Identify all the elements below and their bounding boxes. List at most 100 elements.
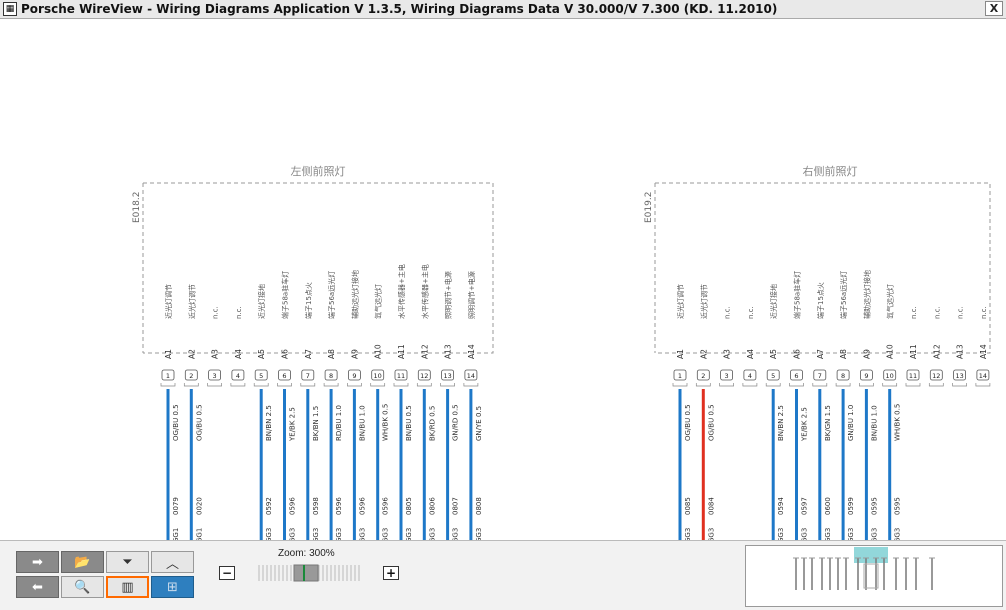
minimap[interactable] [745,545,1003,607]
pin-function-label: 水平传感器+主电 [397,264,406,319]
pin-bracket [440,383,455,387]
pin-function-label: 近光灯接地 [257,284,266,319]
pin-bracket [160,383,176,387]
wire-code-label: 0020 [195,497,203,515]
pin-id-label: A13 [444,344,453,359]
search-button[interactable]: 🔍 [61,576,104,598]
wire-code-label: 0806 [428,497,436,515]
wire-ground-label: GG3 [405,528,413,540]
wire-ground-label: GG3 [428,528,436,540]
wire-code-label: 0596 [358,497,366,515]
pin-number: 5 [771,372,775,380]
minimap-svg [793,547,935,590]
tool-grid: ➡ 📂 ⏷ ︿ ⬅ 🔍 ▥ ⊞ [16,551,196,599]
pin-id-label: A13 [956,344,965,359]
pin-function-label: 近光灯调节 [676,284,685,319]
back-arrow-button[interactable]: ⬅ [16,576,59,598]
pin-function-label: 辅助远光灯接地 [350,270,359,319]
wire-code-label: 0085 [684,497,692,515]
diagram-view-button[interactable]: ▥ [106,576,149,598]
wire-ground-label: GG3 [801,528,809,540]
pin-number: 12 [420,372,428,380]
close-button[interactable]: X [985,1,1003,16]
pin-number: 5 [259,372,263,380]
pin-id-label: A12 [932,344,941,359]
app-icon[interactable]: ▦ [3,2,17,16]
pin-function-label: 近光灯调节 [187,284,196,319]
wire-code-label: 0595 [870,497,878,515]
pin-number: 11 [909,372,917,380]
wire-code-label: 0805 [405,497,413,515]
wire-ground-label: GG3 [684,528,692,540]
pin-id-label: A10 [374,344,383,359]
pin-id-label: A9 [862,349,871,359]
pin-number: 8 [841,372,845,380]
pin-function-label: 辅助远光灯接地 [862,270,871,319]
zoom-out-button[interactable]: − [219,566,235,580]
pin-bracket [323,383,339,387]
pin-bracket [416,383,432,387]
connector-outline [143,182,494,354]
filter-funnel-button[interactable]: ⏷ [106,551,149,573]
arrow-right-icon: ➡ [32,554,43,570]
pin-id-label: A1 [164,349,173,359]
wire-color-label: BN/BU 0.5 [405,405,413,441]
wire-color-label: GN/BU 1.0 [847,405,855,441]
pin-id-label: A8 [327,349,336,359]
chevron-up-icon: ︿ [165,556,179,572]
pin-number: 4 [748,372,752,380]
wire-code-label: 0808 [475,497,483,515]
pin-bracket [765,383,781,387]
pin-function-label: n.c. [957,306,965,319]
pin-number: 6 [282,372,286,380]
wire-ground-label: GG3 [452,528,460,540]
wire-ground-label: GG3 [289,528,297,540]
wire-code-label: 0596 [335,497,343,515]
pin-number: 13 [443,372,451,380]
pin-bracket [207,383,222,387]
magnifier-icon: 🔍 [74,579,91,595]
diagram-svg: 左侧前照灯E018.2近光灯调节A11OG/BU 0.50079GG1近光灯调节… [132,164,991,540]
zoom-slider[interactable] [256,562,362,584]
pin-id-label: A6 [793,349,802,359]
pin-bracket [812,383,828,387]
wire-color-label: RD/BU 1.0 [335,405,343,441]
pin-number: 2 [701,372,705,380]
pin-id-label: A9 [350,349,359,359]
wire-color-label: BK/GN 1.5 [824,405,832,441]
close-icon: X [989,2,999,15]
pin-bracket [835,383,851,387]
connector-outline [655,182,991,354]
pin-id-label: A11 [909,344,918,359]
pin-id-label: A12 [420,344,429,359]
pin-id-label: A5 [769,349,778,359]
pin-function-label: 端子56a远光灯 [839,271,848,319]
collapse-up-button[interactable]: ︿ [151,551,194,573]
zoom-in-button[interactable]: + [383,566,399,580]
wire-ground-label: GG3 [847,528,855,540]
wire-code-label: 0079 [172,497,180,515]
connector-id: E018.2 [132,192,142,223]
forward-arrow-button[interactable]: ➡ [16,551,59,573]
pin-number: 14 [467,372,475,380]
pin-function-label: n.c. [235,306,243,319]
pin-number: 10 [374,372,382,380]
pin-bracket [882,383,898,387]
wire-ground-label: GG1 [172,528,180,540]
pin-function-label: 端子58a驻车灯 [793,271,802,319]
open-folder-button[interactable]: 📂 [61,551,104,573]
pin-bracket [789,383,804,387]
diagram-icon: ▥ [121,579,134,595]
pin-function-label: 水平传感器+主电 [420,264,429,319]
pin-bracket [928,383,944,387]
wire-color-label: GN/RD 0.5 [452,404,460,441]
zoom-label: Zoom: 300% [278,548,335,559]
pin-function-label: n.c. [980,306,988,319]
pin-function-label: n.c. [212,306,220,319]
pin-id-label: A4 [234,349,243,359]
wire-code-label: 0595 [894,497,902,515]
pin-number: 7 [306,372,310,380]
network-view-button[interactable]: ⊞ [151,576,194,598]
pin-function-label: 近光灯接地 [769,284,778,319]
wiring-diagram-canvas[interactable]: 左侧前照灯 E018.2 近光灯调节 A1 1 OG/BU 0.5 0079 GG1 近光灯调节… [0,19,1006,540]
